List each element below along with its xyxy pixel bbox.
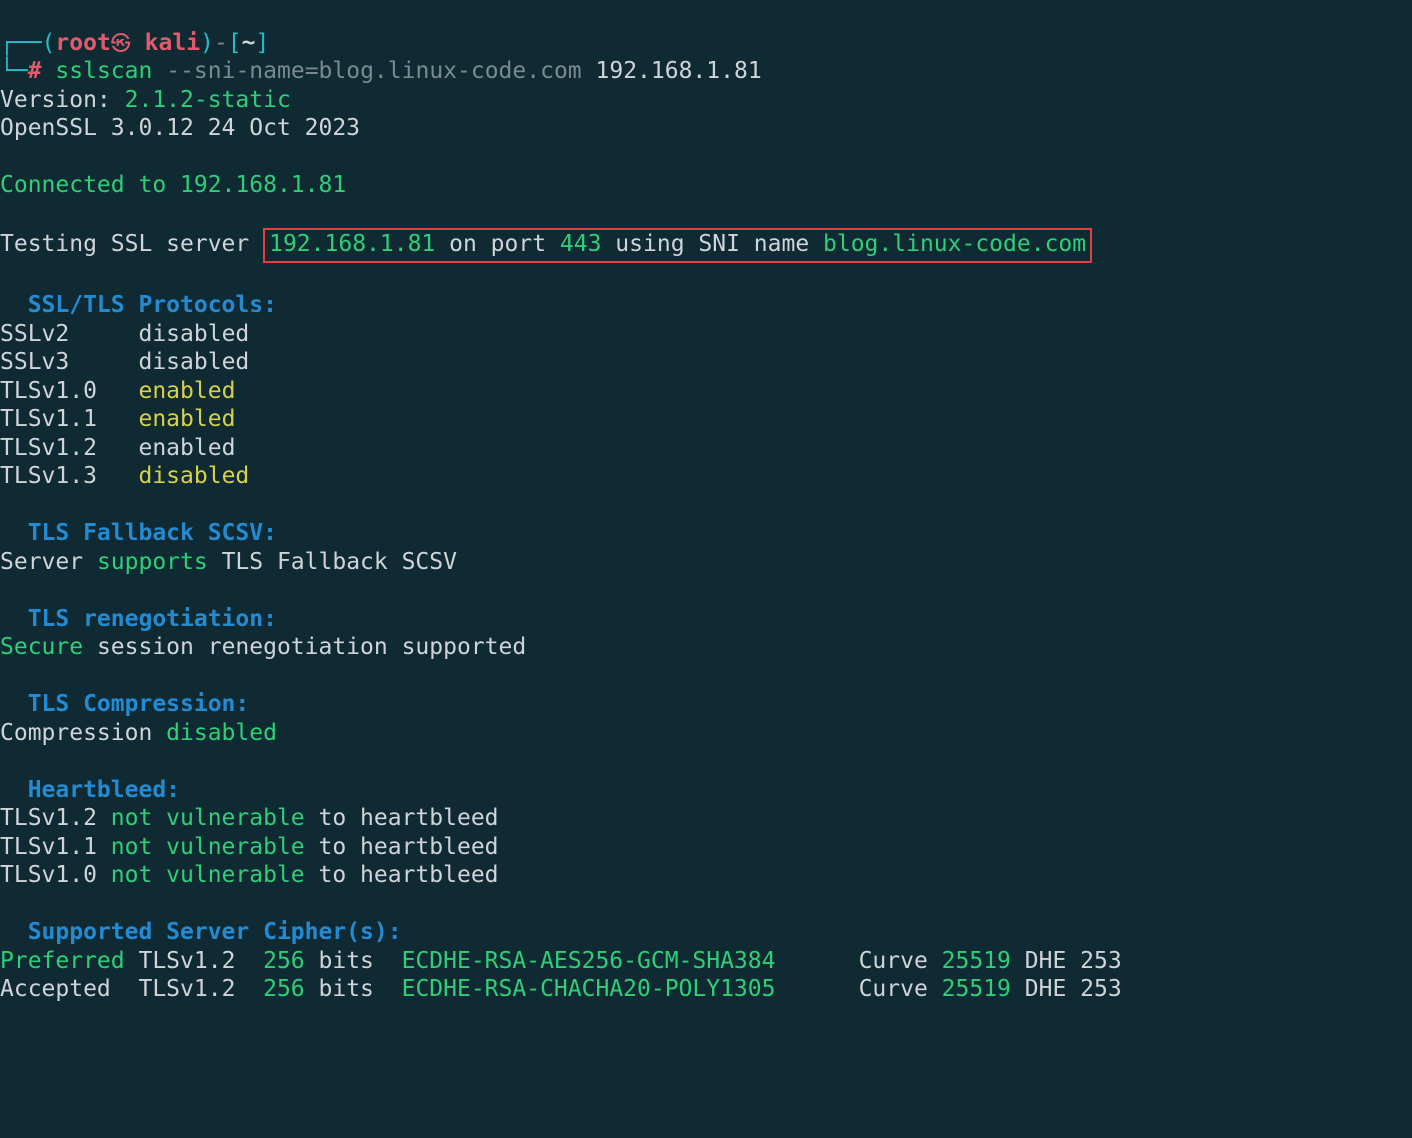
protocol-row: TLSv1.1 enabled	[0, 406, 235, 432]
prompt-line-2[interactable]: └─# sslscan --sni-name=blog.linux-code.c…	[0, 58, 762, 84]
cipher-row: Preferred TLSv1.2 256 bits ECDHE-RSA-AES…	[0, 948, 1122, 974]
skull-icon: ㉿	[111, 31, 131, 55]
section-compression: TLS Compression:	[0, 691, 249, 717]
section-heartbleed: Heartbleed:	[0, 777, 180, 803]
command: sslscan	[55, 58, 152, 84]
compression-line: Compression disabled	[0, 720, 277, 746]
heartbleed-row: TLSv1.2 not vulnerable to heartbleed	[0, 805, 499, 831]
highlight-box: 192.168.1.81 on port 443 using SNI name …	[263, 228, 1092, 263]
command-arg-target: 192.168.1.81	[596, 58, 762, 84]
fallback-line: Server supports TLS Fallback SCSV	[0, 549, 457, 575]
protocol-row: TLSv1.3 disabled	[0, 463, 249, 489]
protocol-row: SSLv2 disabled	[0, 321, 249, 347]
cipher-row: Accepted TLSv1.2 256 bits ECDHE-RSA-CHAC…	[0, 976, 1122, 1002]
protocol-row: TLSv1.0 enabled	[0, 378, 235, 404]
protocol-row: TLSv1.2 enabled	[0, 435, 235, 461]
version-line: Version: 2.1.2-static	[0, 87, 291, 113]
heartbleed-row: TLSv1.0 not vulnerable to heartbleed	[0, 862, 499, 888]
section-protocols: SSL/TLS Protocols:	[0, 292, 277, 318]
connected-line: Connected to 192.168.1.81	[0, 172, 346, 198]
section-fallback: TLS Fallback SCSV:	[0, 520, 277, 546]
openssl-line: OpenSSL 3.0.12 24 Oct 2023	[0, 115, 360, 141]
prompt-line-1: ┌──(root㉿ kali)-[~]	[0, 30, 269, 56]
testing-line: Testing SSL server 192.168.1.81 on port …	[0, 231, 1092, 257]
section-ciphers: Supported Server Cipher(s):	[0, 919, 402, 945]
section-renegotiation: TLS renegotiation:	[0, 606, 277, 632]
terminal-output: ┌──(root㉿ kali)-[~] └─# sslscan --sni-na…	[0, 0, 1412, 1004]
heartbleed-row: TLSv1.1 not vulnerable to heartbleed	[0, 834, 499, 860]
renegotiation-line: Secure session renegotiation supported	[0, 634, 526, 660]
protocol-row: SSLv3 disabled	[0, 349, 249, 375]
command-arg-sni: --sni-name=blog.linux-code.com	[166, 58, 581, 84]
